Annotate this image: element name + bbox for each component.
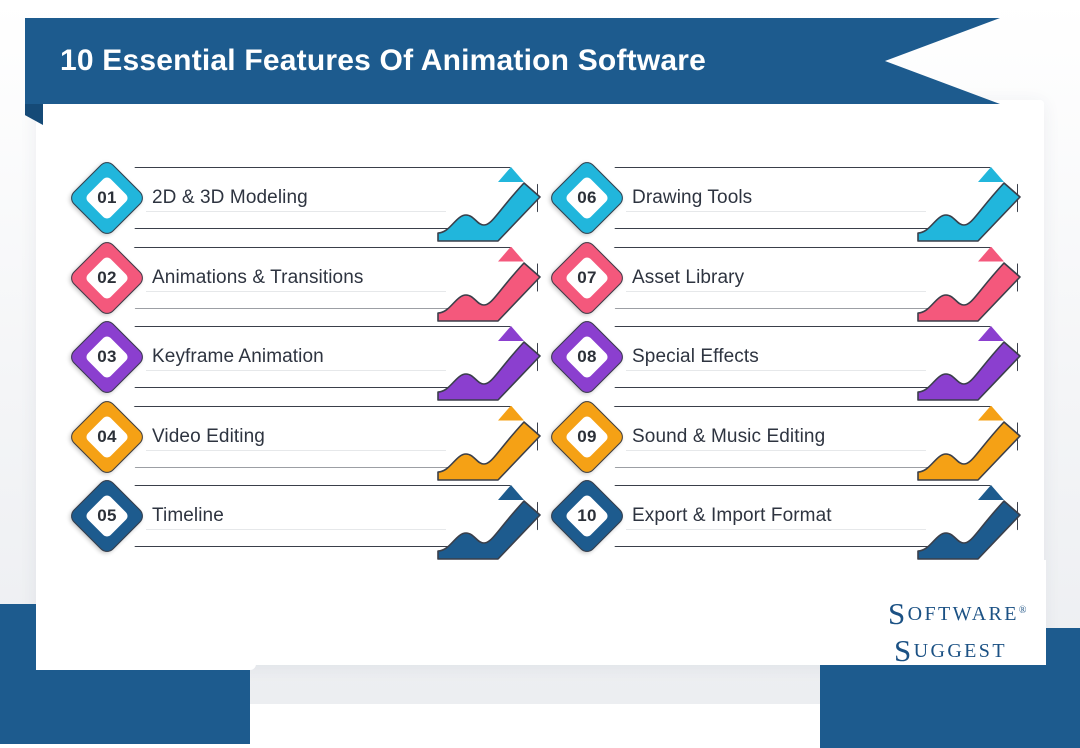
infographic-page: 10 Essential Features Of Animation Softw… [0,0,1080,748]
feature-number-badge: 01 [67,158,147,238]
feature-label: Asset Library [632,266,745,288]
feature-number: 08 [577,347,597,366]
feature-item[interactable]: 06 Drawing Tools [547,158,1021,242]
checkmark-swoosh-icon [916,251,1028,322]
checkmark-swoosh-icon [916,489,1028,560]
feature-number: 05 [97,506,117,525]
feature-number: 06 [577,188,597,207]
feature-number-badge: 09 [547,396,627,477]
logo-text-uggest: UGGEST [913,640,1007,662]
feature-item[interactable]: 07 Asset Library [547,237,1021,322]
feature-item[interactable]: 04 Video Editing [67,396,541,481]
checkmark-swoosh-icon [436,330,548,401]
feature-item[interactable]: 01 2D & 3D Modeling [67,158,541,242]
feature-item[interactable]: 10 Export & Import Format [547,476,1021,560]
registered-trademark-icon: ® [1018,605,1027,616]
checkmark-swoosh-icon [916,410,1028,481]
logo-line-suggest: SUGGEST [894,635,1028,666]
feature-number: 04 [97,426,117,446]
feature-number-badge: 04 [67,396,147,477]
feature-item[interactable]: 08 Special Effects [547,317,1021,401]
feature-number-badge: 06 [547,158,627,238]
feature-number: 07 [577,267,597,287]
logo-capital-s-1: S [888,596,908,631]
softwaresuggest-logo: SOFTWARE® SUGGEST [888,598,1028,666]
feature-item[interactable]: 05 Timeline [67,476,541,560]
feature-item[interactable]: 09 Sound & Music Editing [547,396,1021,481]
feature-label: Sound & Music Editing [632,425,826,447]
feature-item[interactable]: 03 Keyframe Animation [67,317,541,401]
feature-number: 01 [97,188,117,207]
checkmark-swoosh-icon [436,489,548,560]
feature-number: 10 [577,506,597,525]
checkmark-swoosh-icon [916,171,1028,242]
logo-capital-s-2: S [894,633,914,668]
feature-label: Export & Import Format [632,505,832,526]
feature-label: Animations & Transitions [152,266,364,288]
checkmark-swoosh-icon [916,330,1028,401]
checkmark-swoosh-icon [436,171,548,242]
feature-item[interactable]: 02 Animations & Transitions [67,237,541,322]
feature-label: 2D & 3D Modeling [152,187,308,208]
checkmark-swoosh-icon [436,251,548,322]
feature-number: 09 [577,426,597,446]
feature-label: Special Effects [632,346,759,367]
feature-number-badge: 08 [547,317,627,397]
feature-number-badge: 05 [67,476,147,556]
feature-number: 03 [97,347,117,366]
feature-number-badge: 03 [67,317,147,397]
feature-number-badge: 07 [547,237,627,318]
logo-text-oftware: OFTWARE [907,603,1019,625]
feature-number-badge: 02 [67,237,147,318]
checkmark-swoosh-icon [436,410,548,481]
feature-number: 02 [97,267,117,287]
feature-number-badge: 10 [547,476,627,556]
feature-label: Timeline [152,505,224,526]
feature-label: Drawing Tools [632,187,753,208]
feature-label: Video Editing [152,425,265,447]
feature-label: Keyframe Animation [152,346,324,367]
logo-line-software: SOFTWARE® [888,598,1028,629]
